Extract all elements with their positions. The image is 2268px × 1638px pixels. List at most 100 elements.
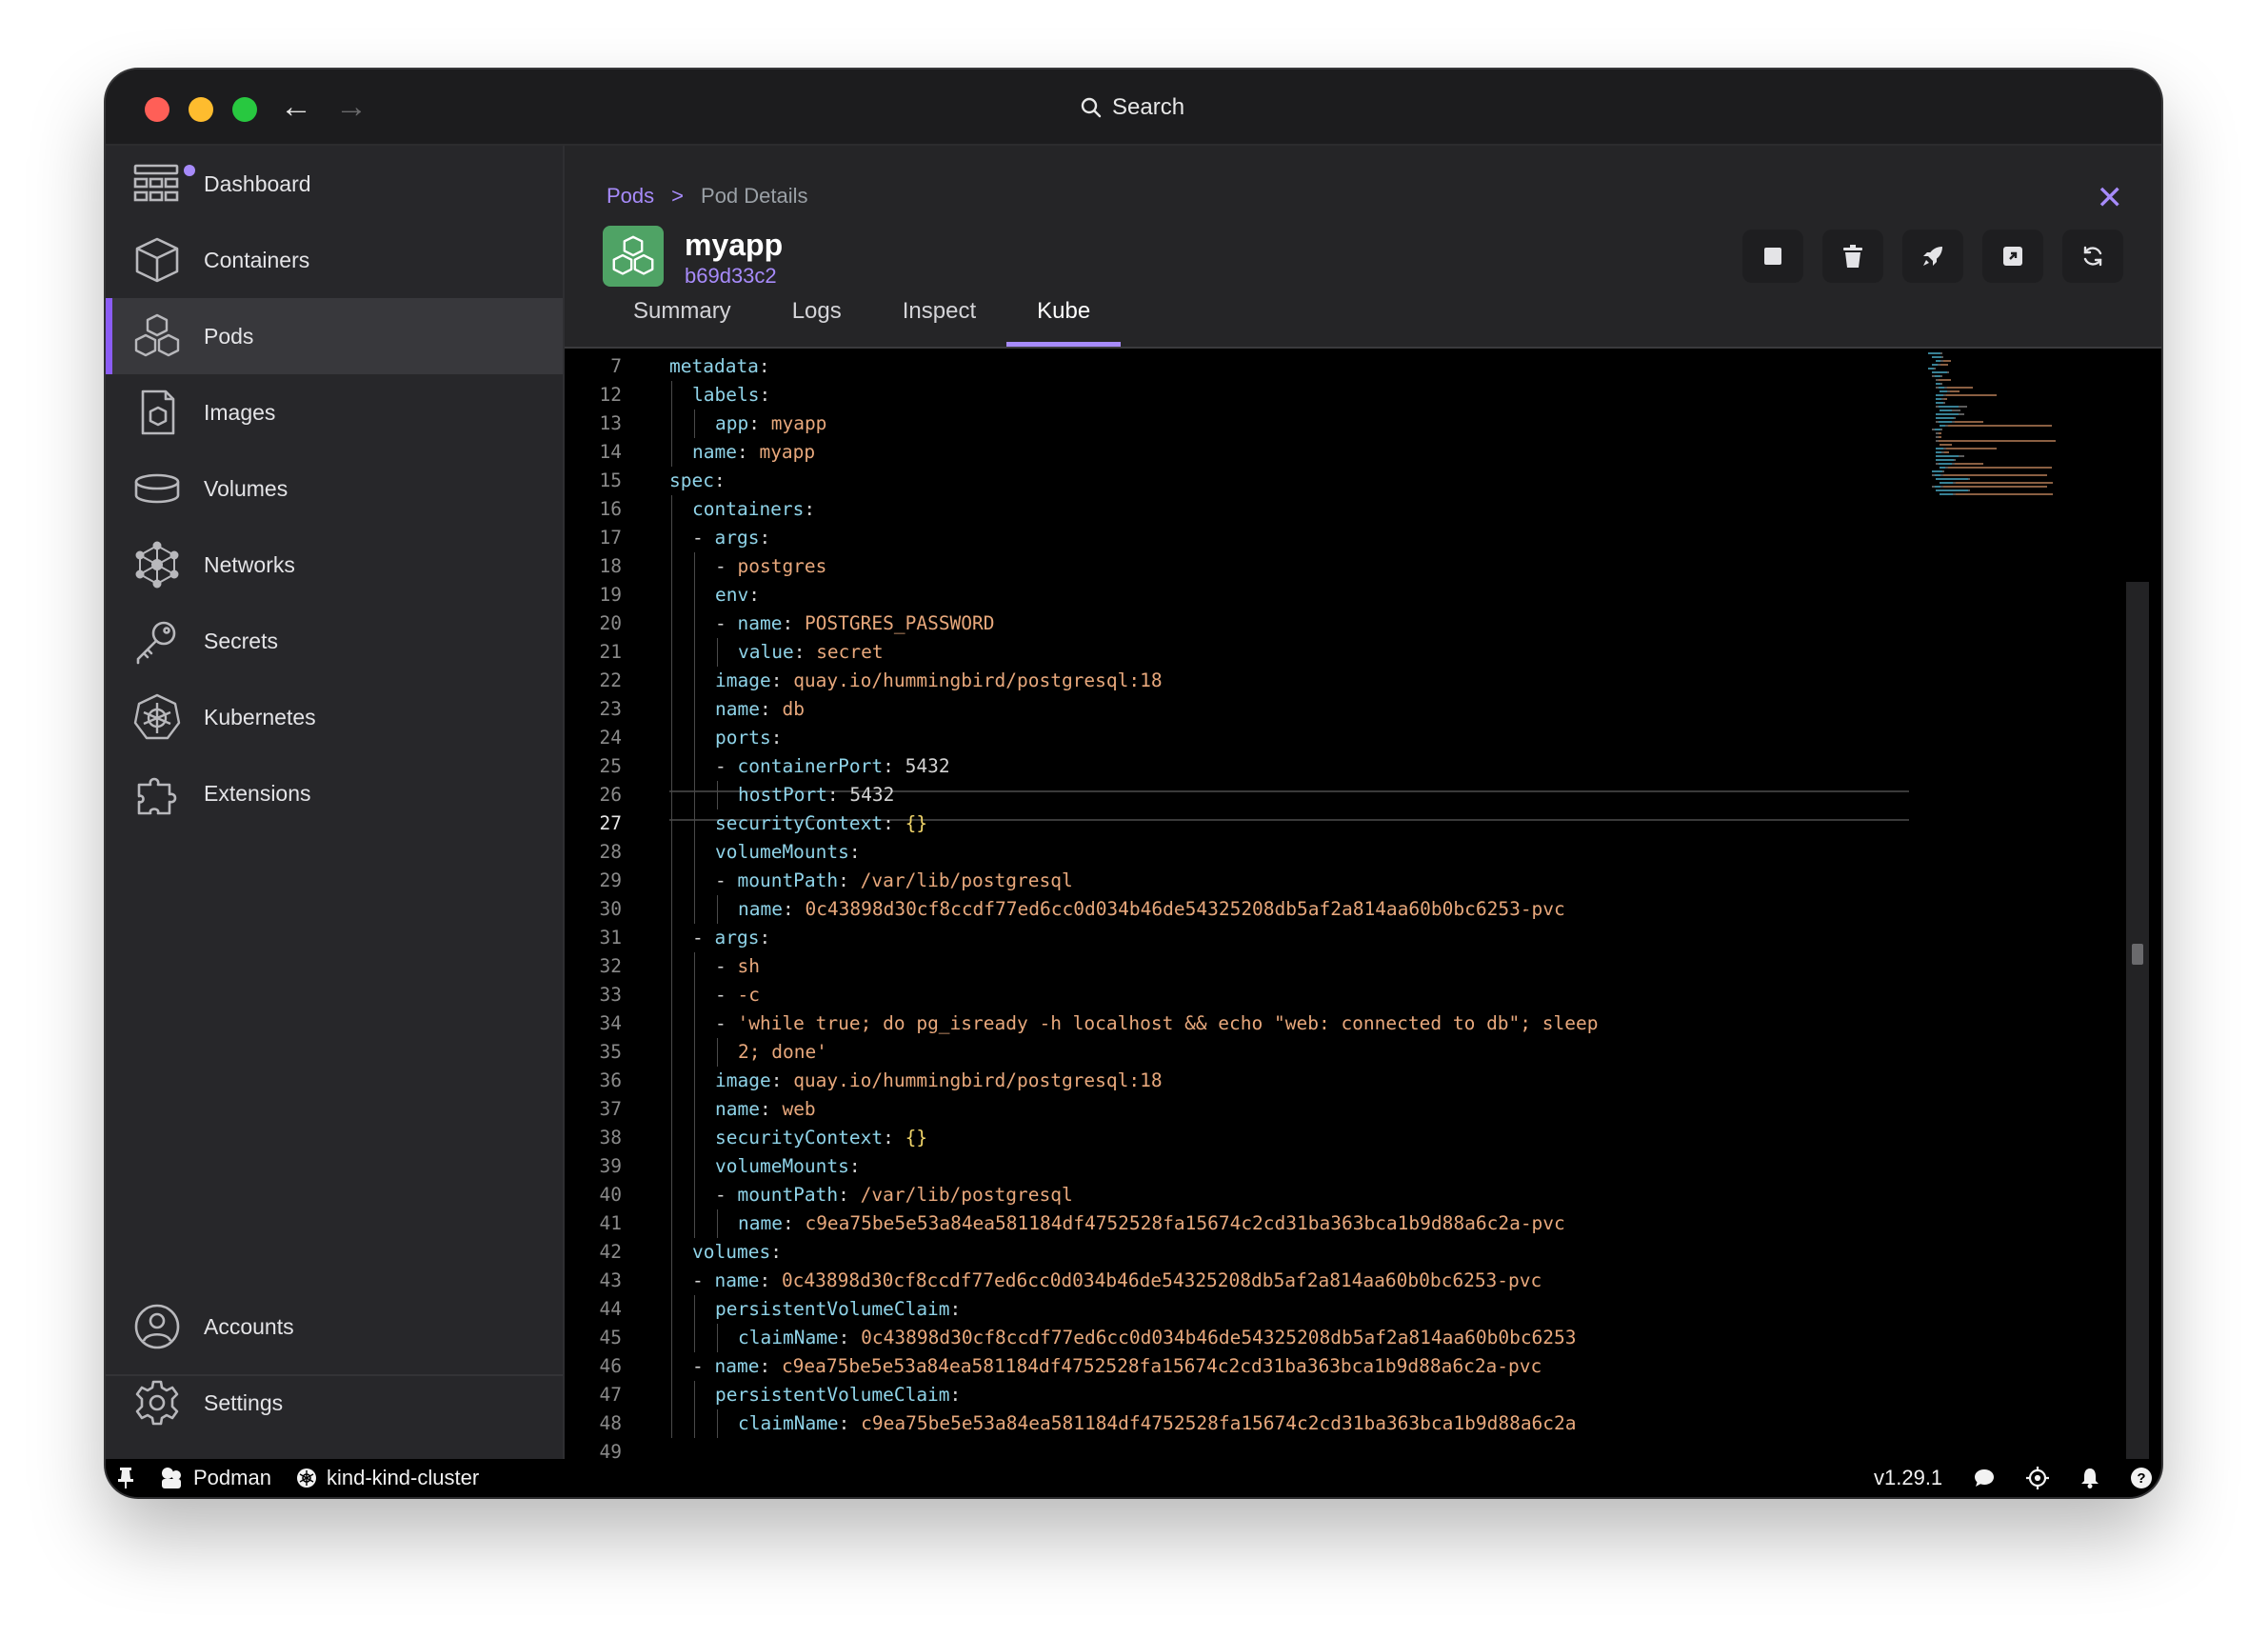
code-line[interactable]: 16 containers: — [565, 495, 1898, 524]
code-line[interactable]: 26 hostPort: 5432 — [565, 781, 1898, 809]
forward-arrow-icon[interactable]: → — [335, 90, 368, 123]
cluster-status[interactable]: kind-kind-cluster — [296, 1459, 479, 1497]
code-line[interactable]: 30 name: 0c43898d30cf8ccdf77ed6cc0d034b46… — [565, 895, 1898, 924]
breadcrumb-pods-link[interactable]: Pods — [607, 184, 654, 209]
code-line[interactable]: 20 - name: POSTGRES_PASSWORD — [565, 609, 1898, 638]
sidebar-item-secrets[interactable]: Secrets — [106, 603, 563, 679]
maximize-window-button[interactable] — [232, 97, 257, 122]
code-line[interactable]: 29 - mountPath: /var/lib/postgresql — [565, 867, 1898, 895]
sidebar-item-extensions[interactable]: Extensions — [106, 755, 563, 831]
code-line[interactable]: 17 - args: — [565, 524, 1898, 552]
code-token: : — [770, 1241, 782, 1263]
yaml-editor[interactable]: 7 metadata: 12 labels: 13 app: myapp 14 name: m… — [565, 349, 2161, 1459]
open-external-icon — [2002, 246, 2023, 267]
indent-guide — [717, 1209, 718, 1238]
engine-status[interactable]: Podman — [159, 1459, 271, 1497]
code-line[interactable]: 47 persistentVolumeClaim: — [565, 1381, 1898, 1409]
sidebar-item-accounts[interactable]: Accounts — [106, 1288, 563, 1365]
minimap-line — [1940, 352, 1942, 354]
tab-summary[interactable]: Summary — [603, 298, 762, 336]
code-line[interactable]: 40 - mountPath: /var/lib/postgresql — [565, 1181, 1898, 1209]
code-token: : — [883, 812, 905, 834]
line-number: 16 — [599, 498, 622, 520]
code-line[interactable]: 44 persistentVolumeClaim: — [565, 1295, 1898, 1324]
code-token: mountPath — [737, 869, 839, 891]
code-line[interactable]: 38 securityContext: {} — [565, 1124, 1898, 1152]
sidebar-item-networks[interactable]: Networks — [106, 527, 563, 603]
minimap-line — [1936, 489, 1968, 491]
code-line[interactable]: 49 — [565, 1438, 1898, 1459]
code-line[interactable]: 14 name: myapp — [565, 438, 1898, 467]
code-line[interactable]: 24 ports: — [565, 724, 1898, 752]
minimap-line — [1936, 402, 1943, 404]
help-icon[interactable]: ? — [2130, 1459, 2153, 1497]
sidebar-item-containers[interactable]: Containers — [106, 222, 563, 298]
search-bar[interactable]: Search — [1080, 90, 1184, 125]
close-details-button[interactable]: ✕ — [2097, 182, 2124, 214]
scrollbar-thumb[interactable] — [2132, 944, 2143, 965]
terminal-button[interactable] — [1982, 230, 2043, 283]
restart-button[interactable] — [2062, 230, 2123, 283]
code-token: - — [715, 1184, 738, 1206]
code-line[interactable]: 32 - sh — [565, 952, 1898, 981]
code-token: : — [758, 355, 770, 377]
close-window-button[interactable] — [145, 97, 169, 122]
code-line[interactable]: 7 metadata: — [565, 352, 1898, 381]
code-line[interactable]: 42 volumes: — [565, 1238, 1898, 1267]
delete-button[interactable] — [1822, 230, 1883, 283]
code-line[interactable]: 31 - args: — [565, 924, 1898, 952]
code-line[interactable]: 25 - containerPort: 5432 — [565, 752, 1898, 781]
code-line[interactable]: 15 spec: — [565, 467, 1898, 495]
code-line[interactable]: 41 name: c9ea75be5e53a84ea581184df4752528… — [565, 1209, 1898, 1238]
code-line[interactable]: 46 - name: c9ea75be5e53a84ea581184df47525… — [565, 1352, 1898, 1381]
code-line[interactable]: 39 volumeMounts: — [565, 1152, 1898, 1181]
code-token: name — [714, 1269, 760, 1291]
code-line[interactable]: 35 2; done' — [565, 1038, 1898, 1067]
stop-button[interactable] — [1742, 230, 1803, 283]
deploy-button[interactable] — [1902, 230, 1963, 283]
code-line[interactable]: 13 app: myapp — [565, 410, 1898, 438]
tab-logs[interactable]: Logs — [762, 298, 872, 336]
code-line[interactable]: 43 - name: 0c43898d30cf8ccdf77ed6cc0d034b… — [565, 1267, 1898, 1295]
sidebar-item-pods[interactable]: Pods — [106, 298, 563, 374]
tab-inspect[interactable]: Inspect — [872, 298, 1006, 336]
minimap-line — [1944, 451, 1949, 453]
code-token: : — [949, 1384, 962, 1406]
sidebar-item-settings[interactable]: Settings — [106, 1365, 563, 1441]
code-line[interactable]: 37 name: web — [565, 1095, 1898, 1124]
bell-icon[interactable] — [2079, 1459, 2100, 1497]
code-line[interactable]: 12 labels: — [565, 381, 1898, 410]
code-line[interactable]: 36 image: quay.io/hummingbird/postgresql:… — [565, 1067, 1898, 1095]
back-arrow-icon[interactable]: ← — [280, 90, 312, 123]
sidebar-item-dashboard[interactable]: Dashboard — [106, 146, 563, 222]
minimap[interactable] — [1922, 349, 2122, 539]
crosshair-icon[interactable] — [2026, 1459, 2049, 1497]
indent-guide — [671, 552, 672, 581]
code-line[interactable]: 27 securityContext: {} — [565, 809, 1898, 838]
indent-guide — [671, 410, 672, 438]
tab-kube[interactable]: Kube — [1006, 298, 1122, 347]
sidebar-item-volumes[interactable]: Volumes — [106, 450, 563, 527]
code-line[interactable]: 19 env: — [565, 581, 1898, 609]
code-text: value: secret — [738, 638, 884, 667]
code-line[interactable]: 18 - postgres — [565, 552, 1898, 581]
sidebar-item-kubernetes[interactable]: Kubernetes — [106, 679, 563, 755]
code-text: - name: c9ea75be5e53a84ea581184df4752528… — [692, 1352, 1542, 1381]
indent-guide — [671, 1124, 672, 1152]
code-line[interactable]: 22 image: quay.io/hummingbird/postgresql:… — [565, 667, 1898, 695]
code-line[interactable]: 45 claimName: 0c43898d30cf8ccdf77ed6cc0d0… — [565, 1324, 1898, 1352]
vertical-scrollbar[interactable] — [2126, 582, 2149, 1459]
code-line[interactable]: 34 - 'while true; do pg_isready -h localh… — [565, 1009, 1898, 1038]
minimize-window-button[interactable] — [189, 97, 213, 122]
code-line[interactable]: 48 claimName: c9ea75be5e53a84ea581184df47… — [565, 1409, 1898, 1438]
indent-guide — [694, 781, 695, 809]
minimap-line — [1941, 356, 1943, 358]
feedback-icon[interactable] — [1974, 1459, 1995, 1497]
code-line[interactable]: 21 value: secret — [565, 638, 1898, 667]
code-line[interactable]: 28 volumeMounts: — [565, 838, 1898, 867]
line-number: 44 — [599, 1298, 622, 1320]
pin-icon[interactable] — [117, 1459, 134, 1497]
code-line[interactable]: 23 name: db — [565, 695, 1898, 724]
sidebar-item-images[interactable]: Images — [106, 374, 563, 450]
code-line[interactable]: 33 - -c — [565, 981, 1898, 1009]
